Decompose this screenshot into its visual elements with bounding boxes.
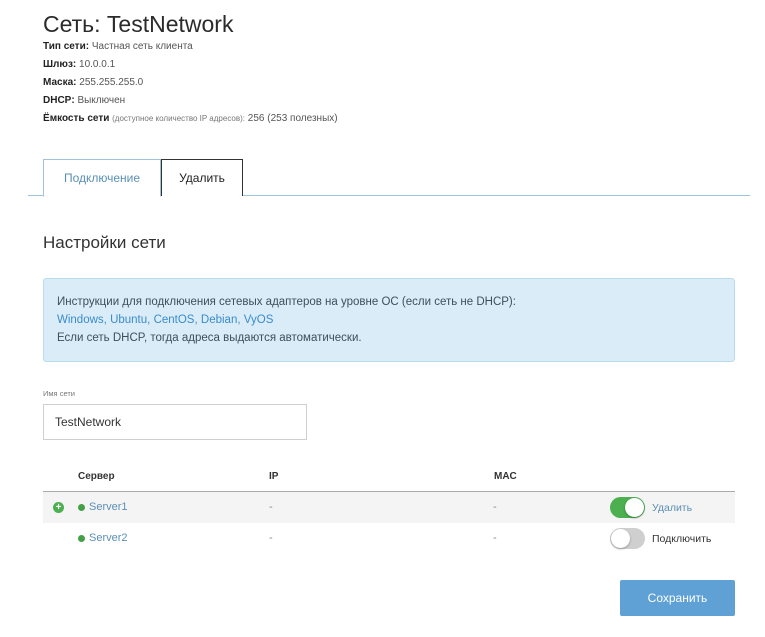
status-dot-icon xyxy=(78,504,85,511)
mask-label: Маска: xyxy=(43,77,77,88)
gateway-label: Шлюз: xyxy=(43,59,77,70)
page-title: Сеть: TestNetwork xyxy=(43,11,234,37)
gateway-line: Шлюз: 10.0.0.1 xyxy=(43,59,115,71)
info-box: Инструкции для подключения сетевых адапт… xyxy=(43,278,735,362)
tab-connection[interactable]: Подключение xyxy=(43,159,161,197)
server-name[interactable]: Server2 xyxy=(89,532,128,544)
table-row: Server2 - - Подключить xyxy=(43,523,735,554)
save-button[interactable]: Сохранить xyxy=(620,580,735,616)
network-type-label: Тип сети: xyxy=(43,41,90,52)
link-centos[interactable]: CentOS xyxy=(154,314,195,326)
network-name-label: Имя сети xyxy=(43,389,75,398)
link-ubuntu[interactable]: Ubuntu xyxy=(110,314,147,326)
status-dot-icon xyxy=(78,535,85,542)
ip-value: - xyxy=(269,501,273,513)
tab-bar: Подключение Удалить xyxy=(28,159,750,197)
column-header-ip: IP xyxy=(269,471,279,482)
toggle-label[interactable]: Удалить xyxy=(652,502,692,514)
network-name-input[interactable] xyxy=(43,404,307,440)
dhcp-line: DHCP: Выключен xyxy=(43,95,125,107)
dhcp-label: DHCP: xyxy=(43,95,75,106)
column-header-mac: MAC xyxy=(494,471,517,482)
link-windows[interactable]: Windows xyxy=(57,314,104,326)
capacity-note: (доступное количество IP адресов): xyxy=(112,114,245,123)
info-dhcp-note: Если сеть DHCP, тогда адреса выдаются ав… xyxy=(57,332,362,344)
mac-value: - xyxy=(493,532,497,544)
capacity-line: Ёмкость сети (доступное количество IP ад… xyxy=(43,113,338,125)
dhcp-value: Выключен xyxy=(77,95,126,106)
connection-toggle[interactable] xyxy=(610,497,645,518)
os-links: Windows, Ubuntu, CentOS, Debian, VyOS xyxy=(57,314,274,326)
link-vyos[interactable]: VyOS xyxy=(244,314,274,326)
network-type-value: Частная сеть клиента xyxy=(91,41,193,52)
gateway-value: 10.0.0.1 xyxy=(79,59,116,70)
ip-value: - xyxy=(269,532,273,544)
link-debian[interactable]: Debian xyxy=(201,314,237,326)
network-type-line: Тип сети: Частная сеть клиента xyxy=(43,41,193,53)
capacity-value: 256 (253 полезных) xyxy=(247,113,338,124)
table-row: + Server1 - - Удалить xyxy=(43,492,735,523)
connection-toggle[interactable] xyxy=(610,528,645,549)
mask-line: Маска: 255.255.255.0 xyxy=(43,77,143,89)
info-instructions: Инструкции для подключения сетевых адапт… xyxy=(57,296,516,308)
toggle-label[interactable]: Подключить xyxy=(652,533,711,545)
section-title: Настройки сети xyxy=(43,233,166,252)
tab-delete[interactable]: Удалить xyxy=(161,159,243,196)
server-name[interactable]: Server1 xyxy=(89,501,128,513)
plus-circle-icon[interactable]: + xyxy=(53,502,64,513)
capacity-label: Ёмкость сети xyxy=(43,113,110,124)
mac-value: - xyxy=(493,501,497,513)
mask-value: 255.255.255.0 xyxy=(79,77,144,88)
column-header-server: Сервер xyxy=(78,471,115,482)
